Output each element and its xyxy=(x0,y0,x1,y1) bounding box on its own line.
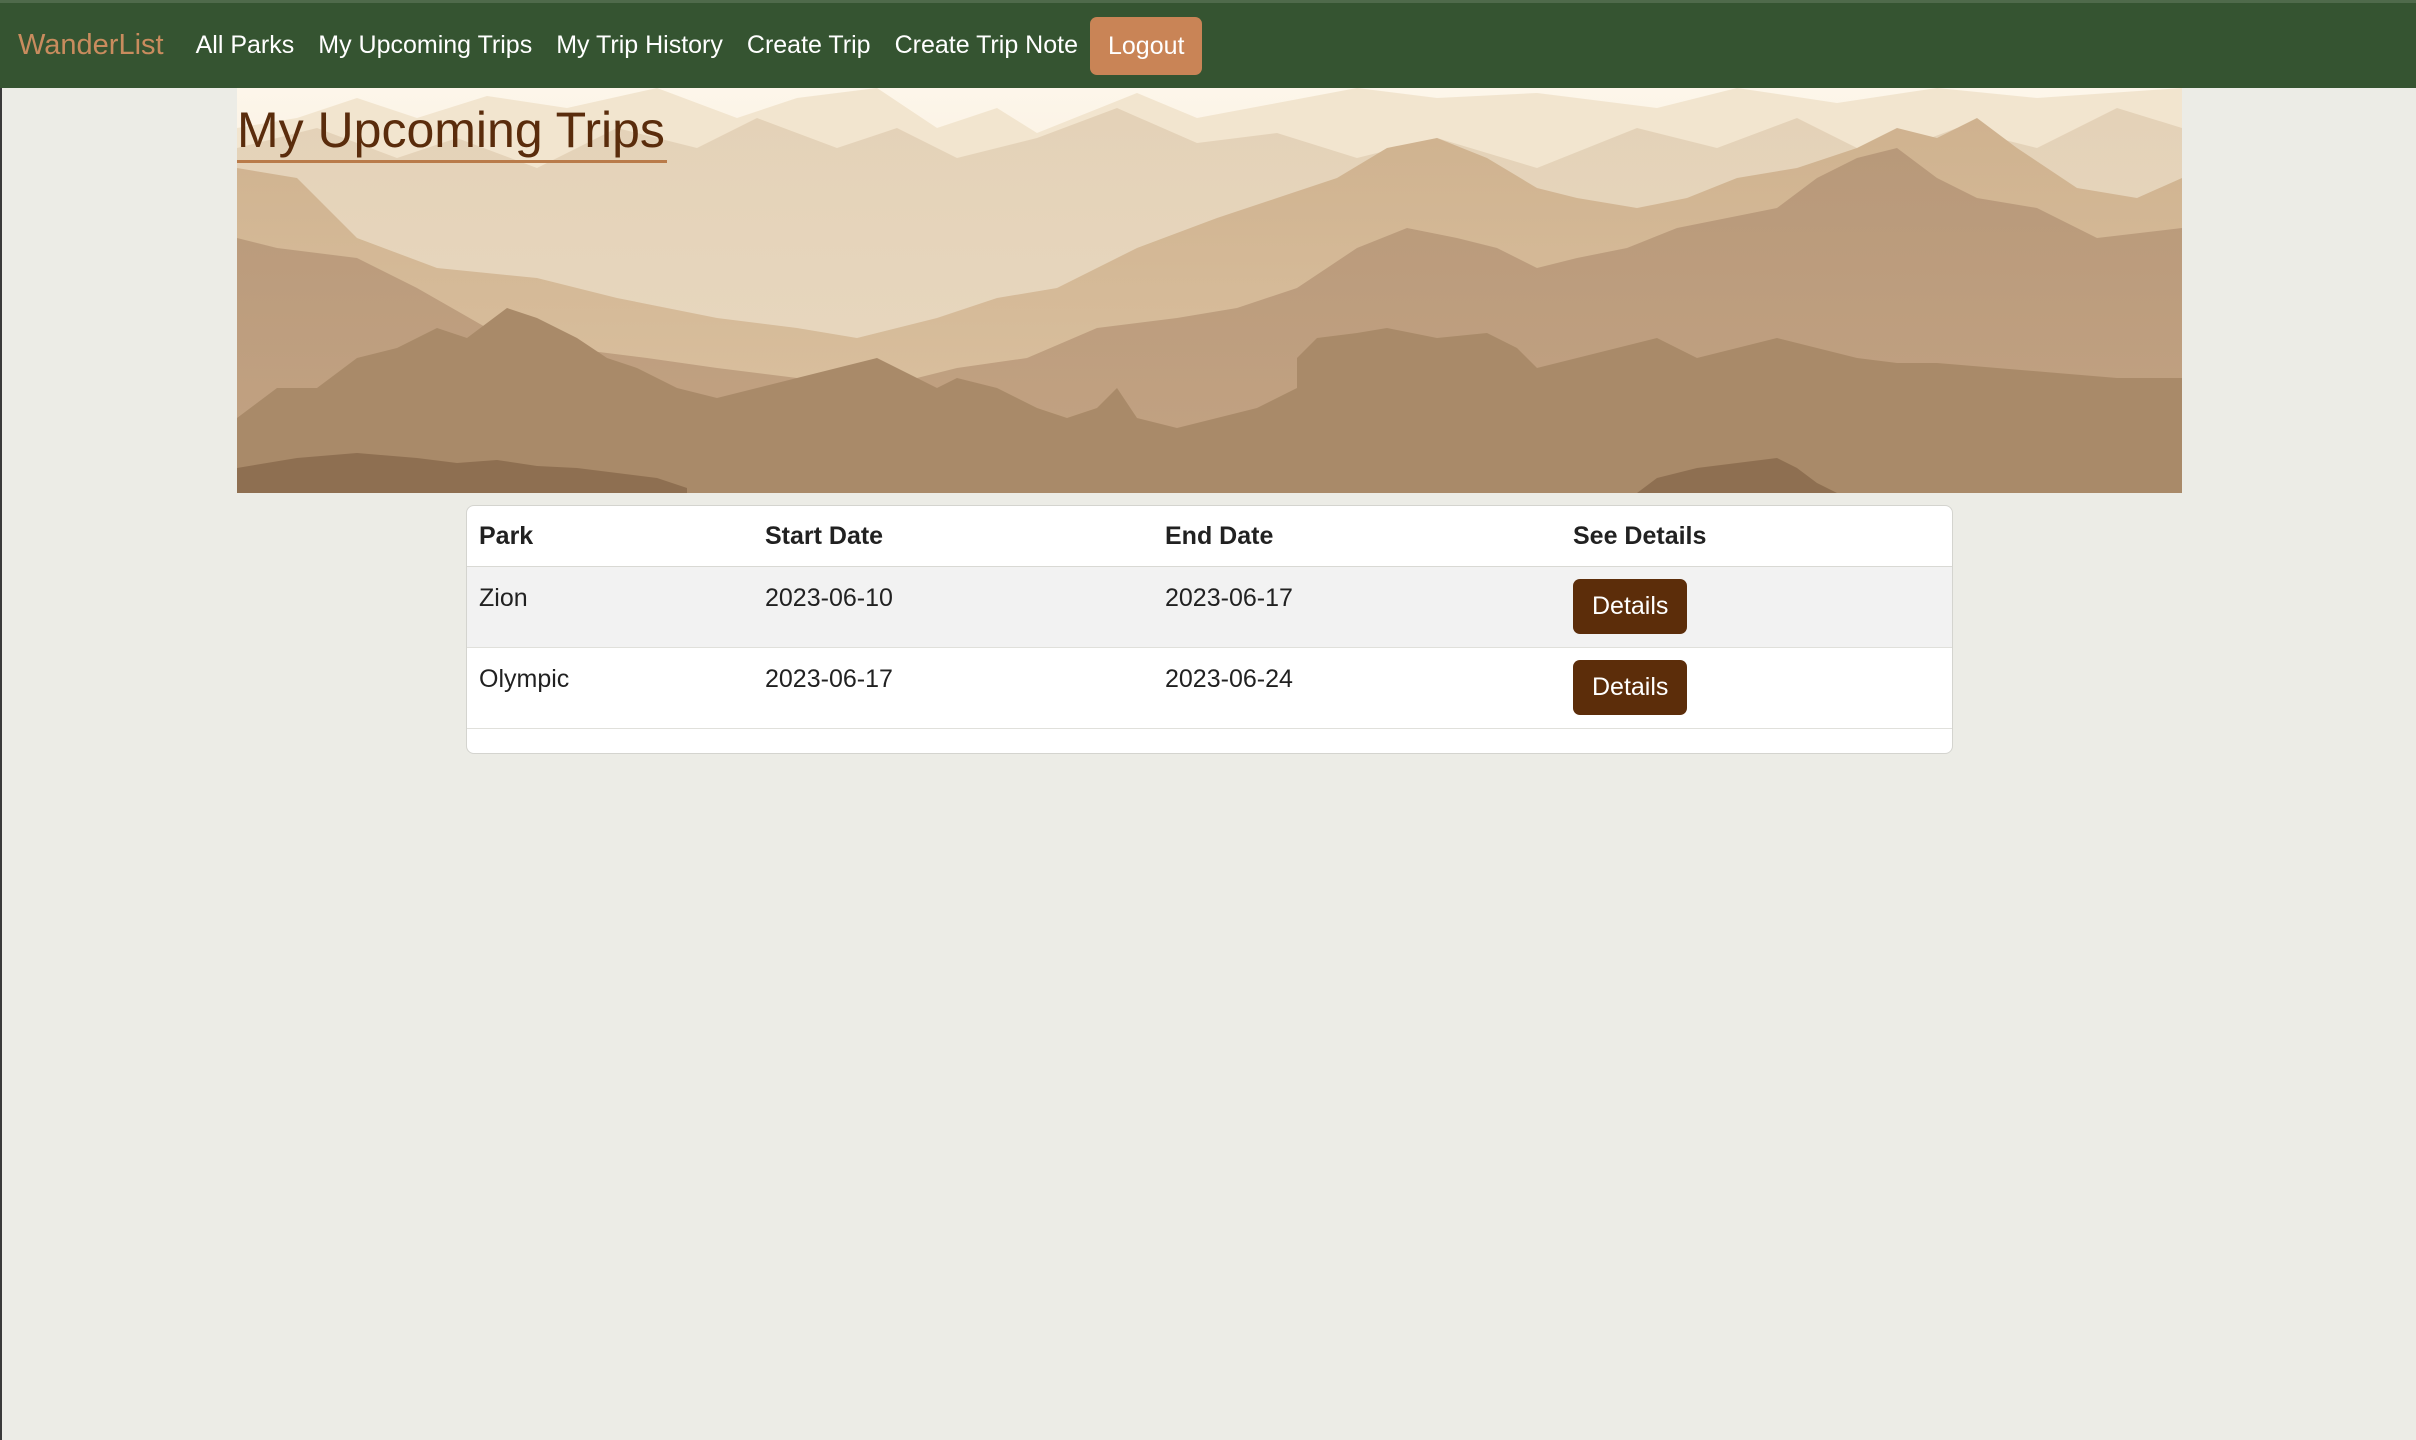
table-row: Olympic 2023-06-17 2023-06-24 Details xyxy=(467,647,1952,729)
end-date: 2023-06-24 xyxy=(1165,665,1293,693)
cell-park: Zion xyxy=(467,566,753,648)
table-header-row: Park Start Date End Date See Details xyxy=(467,506,1952,567)
upcoming-trips-table-card: Park Start Date End Date See Details Zio… xyxy=(466,505,1953,754)
table-row: Zion 2023-06-10 2023-06-17 Details xyxy=(467,566,1952,648)
page-title: My Upcoming Trips xyxy=(237,102,667,163)
park-name: Zion xyxy=(479,584,528,612)
cell-end-date: 2023-06-24 xyxy=(1153,647,1561,729)
nav-link-all-parks[interactable]: All Parks xyxy=(196,31,295,60)
nav-link-create-trip[interactable]: Create Trip xyxy=(747,31,871,60)
top-navbar: WanderList All Parks My Upcoming Trips M… xyxy=(0,0,2416,88)
details-button[interactable]: Details xyxy=(1573,579,1688,634)
cell-start-date: 2023-06-17 xyxy=(753,647,1153,729)
cell-park: Olympic xyxy=(467,647,753,729)
nav-link-my-trip-history[interactable]: My Trip History xyxy=(556,31,723,60)
column-header-end-date: End Date xyxy=(1153,506,1561,567)
column-header-see-details: See Details xyxy=(1561,506,1952,567)
start-date: 2023-06-17 xyxy=(765,665,893,693)
brand-logo-link[interactable]: WanderList xyxy=(18,29,164,62)
end-date: 2023-06-17 xyxy=(1165,584,1293,612)
cell-end-date: 2023-06-17 xyxy=(1153,566,1561,648)
park-name: Olympic xyxy=(479,665,570,693)
hero-banner: My Upcoming Trips xyxy=(237,88,2182,493)
cell-details: Details xyxy=(1561,566,1952,648)
column-header-park: Park xyxy=(467,506,753,567)
logout-button[interactable]: Logout xyxy=(1089,16,1203,75)
nav-link-my-upcoming-trips[interactable]: My Upcoming Trips xyxy=(318,31,532,60)
start-date: 2023-06-10 xyxy=(765,584,893,612)
column-header-start-date: Start Date xyxy=(753,506,1153,567)
window-edge xyxy=(0,88,2,1440)
nav-link-create-trip-note[interactable]: Create Trip Note xyxy=(895,31,1078,60)
details-button[interactable]: Details xyxy=(1573,660,1688,715)
upcoming-trips-table: Park Start Date End Date See Details Zio… xyxy=(467,506,1952,729)
cell-details: Details xyxy=(1561,647,1952,729)
cell-start-date: 2023-06-10 xyxy=(753,566,1153,648)
